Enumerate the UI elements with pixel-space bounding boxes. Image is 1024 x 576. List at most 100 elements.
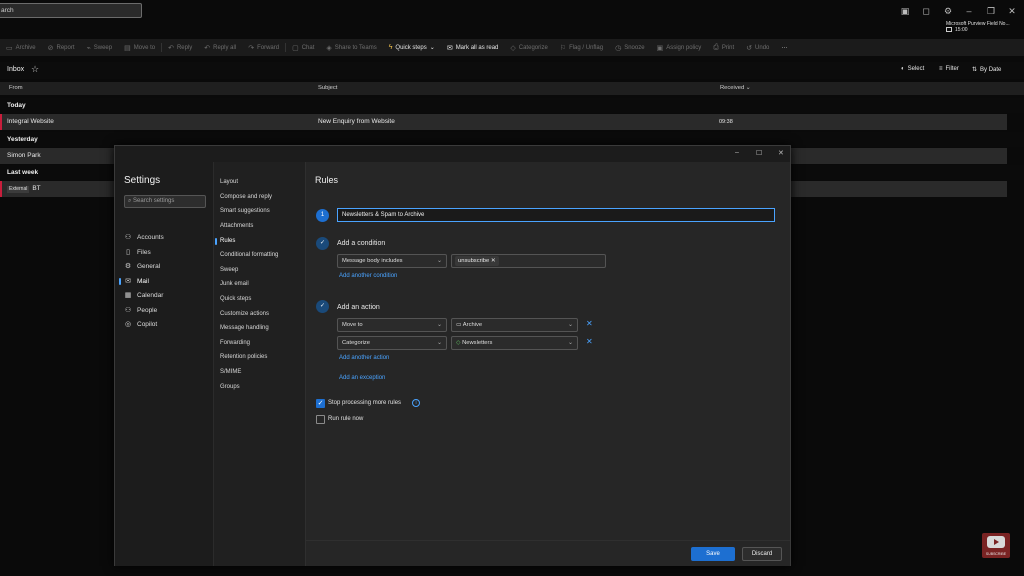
info-icon[interactable]: i <box>412 399 420 407</box>
reply-button[interactable]: ↶ Reply <box>162 44 198 52</box>
folder-title: Inbox <box>7 66 25 73</box>
remove-action-icon[interactable]: ✕ <box>586 337 593 346</box>
subnav-item-compose[interactable]: Compose and reply <box>220 190 304 204</box>
archive-icon: ▭ <box>6 44 13 52</box>
sort-button[interactable]: ⇅ By Date <box>972 66 1001 74</box>
flag-button[interactable]: ⚐ Flag / Unflag <box>554 44 609 52</box>
move-to-button[interactable]: ▤ Move to <box>118 44 161 52</box>
subnav-item-message-handling[interactable]: Message handling <box>220 321 304 335</box>
report-icon: ⊘ <box>47 44 54 52</box>
star-icon[interactable]: ☆ <box>31 64 39 75</box>
reply-all-button[interactable]: ↶ Reply all <box>198 44 242 52</box>
table-row[interactable]: Integral Website New Enquiry from Websit… <box>0 114 1007 130</box>
copilot-icon: ◎ <box>124 321 132 328</box>
column-received[interactable]: Received ⌄ <box>720 85 751 91</box>
reply-icon: ↶ <box>168 44 174 52</box>
select-icon: ◐ <box>901 66 905 72</box>
restore-icon[interactable]: ❐ <box>985 5 997 17</box>
condition-chip: unsubscribe ✕ <box>455 256 499 266</box>
dialog-footer: Save Discard <box>306 540 790 566</box>
search-input[interactable]: arch <box>0 3 142 18</box>
nav-item-copilot[interactable]: ◎ Copilot <box>124 318 210 331</box>
move-icon: ▤ <box>124 44 131 52</box>
close-icon[interactable]: ✕ <box>778 149 784 157</box>
subnav-item-customize-actions[interactable]: Customize actions <box>220 307 304 321</box>
nav-item-people[interactable]: ⚇ People <box>124 304 210 317</box>
run-now-checkbox[interactable] <box>316 415 325 424</box>
bell-icon[interactable]: ◻ <box>920 5 932 17</box>
subnav-item-junk-email[interactable]: Junk email <box>220 277 304 291</box>
action-value-dropdown[interactable]: ◇ Newsletters ⌄ <box>451 336 578 350</box>
sweep-button[interactable]: ⌁ Sweep <box>81 44 119 52</box>
nav-item-calendar[interactable]: ▦ Calendar <box>124 289 210 302</box>
stop-processing-checkbox[interactable]: ✓ <box>316 399 325 408</box>
column-subject[interactable]: Subject <box>318 85 337 91</box>
subnav-item-quick-steps[interactable]: Quick steps <box>220 292 304 306</box>
file-icon: ▯ <box>126 249 130 256</box>
chat-button[interactable]: ▢ Chat <box>286 44 320 52</box>
meeting-icon[interactable]: ▣ <box>899 5 911 17</box>
snooze-button[interactable]: ◷ Snooze <box>609 44 650 52</box>
subnav-item-sweep[interactable]: Sweep <box>220 263 304 277</box>
assign-policy-button[interactable]: ▣ Assign policy <box>651 44 708 52</box>
settings-search-input[interactable]: ⌕ Search settings <box>124 195 206 208</box>
add-condition-link[interactable]: Add another condition <box>339 273 397 279</box>
nav-item-general[interactable]: ⚙ General <box>124 260 210 273</box>
minimize-icon[interactable]: – <box>735 149 739 156</box>
nav-item-files[interactable]: ▯ Files <box>124 246 210 259</box>
subnav-item-smart-suggestions[interactable]: Smart suggestions <box>220 204 304 218</box>
rules-panel: Rules 1 Newsletters & Spam to Archive ✓ … <box>306 162 790 566</box>
filter-button[interactable]: ≡ Filter <box>939 66 959 72</box>
row-subject: New Enquiry from Website <box>318 118 395 125</box>
maximize-icon[interactable]: ☐ <box>756 149 762 157</box>
more-options-icon[interactable]: ··· <box>775 45 793 51</box>
save-button[interactable]: Save <box>691 547 735 561</box>
action-value-dropdown[interactable]: ▭ Archive ⌄ <box>451 318 578 332</box>
title-bar <box>0 0 1024 22</box>
account-info[interactable]: Microsoft Purview Field No... 15:00 <box>946 21 1024 33</box>
quick-steps-button[interactable]: ϟ Quick steps ⌄ <box>383 44 441 51</box>
subnav-item-smime[interactable]: S/MIME <box>220 365 304 379</box>
forward-button[interactable]: ↷ Forward <box>242 44 285 52</box>
condition-value-input[interactable]: unsubscribe ✕ <box>451 254 606 268</box>
subnav-item-layout[interactable]: Layout <box>220 175 304 189</box>
subnav-item-attachments[interactable]: Attachments <box>220 219 304 233</box>
close-icon[interactable]: ✕ <box>1006 5 1018 17</box>
subnav-item-rules[interactable]: Rules <box>215 234 304 248</box>
categorize-button[interactable]: ◇ Categorize <box>504 44 553 52</box>
rule-name-input[interactable]: Newsletters & Spam to Archive <box>337 208 775 222</box>
undo-button[interactable]: ↺ Undo <box>740 44 775 52</box>
chevron-down-icon: ⌄ <box>436 258 442 264</box>
print-button[interactable]: ⎙ Print <box>707 44 740 52</box>
subnav-item-forwarding[interactable]: Forwarding <box>220 336 304 350</box>
subnav-item-retention-policies[interactable]: Retention policies <box>220 350 304 364</box>
condition-field-dropdown[interactable]: Message body includes ⌄ <box>337 254 447 268</box>
mark-all-read-button[interactable]: ✉ Mark all as read <box>441 44 505 52</box>
action-type-dropdown[interactable]: Move to ⌄ <box>337 318 447 332</box>
column-from[interactable]: From <box>9 85 23 91</box>
share-to-teams-button[interactable]: ◈ Share to Teams <box>320 44 382 52</box>
action-heading: Add an action <box>337 304 380 311</box>
archive-button[interactable]: ▭ Archive <box>0 44 42 52</box>
stop-processing-label: Stop processing more rules <box>328 400 402 406</box>
remove-chip-icon[interactable]: ✕ <box>491 258 496 264</box>
remove-action-icon[interactable]: ✕ <box>586 319 593 328</box>
gear-icon[interactable]: ⚙ <box>942 5 954 17</box>
filter-icon: ≡ <box>939 66 943 72</box>
group-header[interactable]: Today <box>0 98 1024 113</box>
nav-item-accounts[interactable]: ⚇ Accounts <box>124 231 210 244</box>
subscribe-badge[interactable]: SUBSCRIBE <box>982 533 1010 558</box>
nav-item-mail[interactable]: ✉ Mail <box>119 275 210 288</box>
subnav-item-groups[interactable]: Groups <box>220 380 304 394</box>
subnav-item-conditional-formatting[interactable]: Conditional formatting <box>220 248 304 262</box>
unread-marker <box>0 181 2 197</box>
report-button[interactable]: ⊘ Report <box>42 44 81 52</box>
run-now-label: Run rule now <box>328 416 364 422</box>
discard-button[interactable]: Discard <box>742 547 782 561</box>
action-type-dropdown[interactable]: Categorize ⌄ <box>337 336 447 350</box>
select-button[interactable]: ◐ Select <box>901 66 924 72</box>
add-exception-link[interactable]: Add an exception <box>339 375 385 381</box>
minimize-icon[interactable]: – <box>963 5 975 17</box>
add-action-link[interactable]: Add another action <box>339 355 389 361</box>
step-indicator: 1 <box>316 209 329 222</box>
